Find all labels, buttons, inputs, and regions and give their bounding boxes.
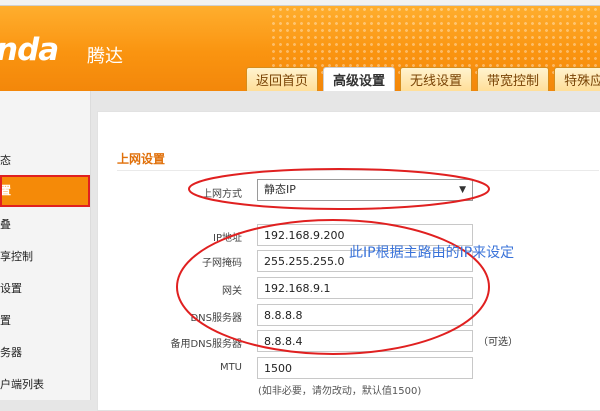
annotation-note: 此IP根据主路由的IP来设定 bbox=[349, 245, 515, 261]
annotation-ellipse-fields bbox=[176, 219, 490, 355]
annotation-ellipse-mode bbox=[188, 168, 490, 210]
red-annotation-overlay bbox=[176, 168, 490, 355]
